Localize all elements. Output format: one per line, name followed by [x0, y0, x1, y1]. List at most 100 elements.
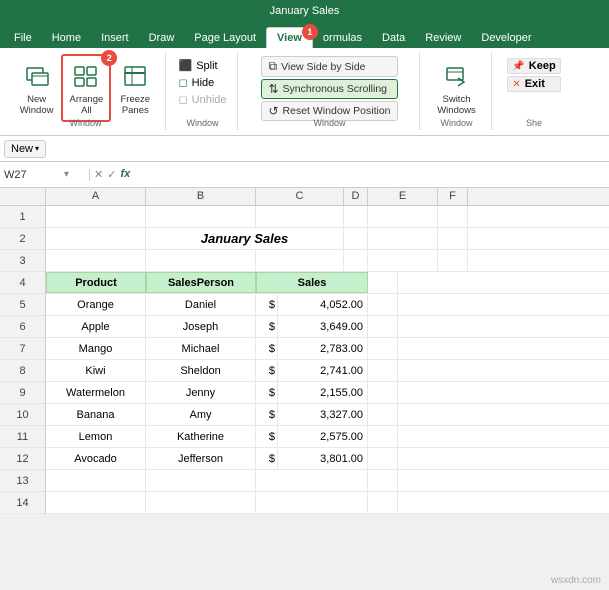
cell-d3[interactable] [256, 250, 344, 271]
cell-product-5[interactable]: Orange [46, 294, 146, 315]
cell-g14[interactable] [368, 492, 398, 513]
cell-sales-11[interactable]: 2,575.00 [278, 426, 368, 447]
cell-b3[interactable] [46, 250, 146, 271]
name-box-input[interactable] [4, 169, 64, 181]
cell-sp-9[interactable]: Jenny [146, 382, 256, 403]
title-cell[interactable]: January Sales [146, 228, 344, 249]
cell-sales-9[interactable]: 2,155.00 [278, 382, 368, 403]
cell-c13[interactable] [146, 470, 256, 491]
cell-g6[interactable] [368, 316, 398, 337]
cell-sales-5[interactable]: 4,052.00 [278, 294, 368, 315]
cell-product-7[interactable]: Mango [46, 338, 146, 359]
table-row: January Sales [46, 228, 609, 250]
cell-sp-6[interactable]: Joseph [146, 316, 256, 337]
confirm-formula-icon[interactable]: ✓ [107, 168, 116, 181]
cell-product-8[interactable]: Kiwi [46, 360, 146, 381]
cell-dollar-5[interactable]: $ [256, 294, 278, 315]
cell-dollar-9[interactable]: $ [256, 382, 278, 403]
tab-developer[interactable]: Developer [471, 28, 541, 48]
cell-d1[interactable] [256, 206, 344, 227]
cell-product-9[interactable]: Watermelon [46, 382, 146, 403]
cell-sales-12[interactable]: 3,801.00 [278, 448, 368, 469]
cell-dollar-8[interactable]: $ [256, 360, 278, 381]
freeze-panes-button[interactable]: Freeze Panes [113, 56, 157, 120]
cell-g1[interactable] [438, 206, 468, 227]
header-salesperson[interactable]: SalesPerson [146, 272, 256, 293]
cell-sp-5[interactable]: Daniel [146, 294, 256, 315]
tab-view[interactable]: View 1 [266, 27, 313, 48]
watermark: wsxdn.com [551, 575, 601, 586]
cell-sp-11[interactable]: Katherine [146, 426, 256, 447]
tab-home[interactable]: Home [42, 28, 91, 48]
row-num-5: 5 [0, 294, 45, 316]
cell-e1[interactable] [344, 206, 368, 227]
cell-dollar-6[interactable]: $ [256, 316, 278, 337]
cell-product-10[interactable]: Banana [46, 404, 146, 425]
cell-d14[interactable] [256, 492, 368, 513]
cell-sp-8[interactable]: Sheldon [146, 360, 256, 381]
view-side-by-side-button[interactable]: ⧉ View Side by Side [261, 56, 397, 77]
cell-c14[interactable] [146, 492, 256, 513]
cell-b13[interactable] [46, 470, 146, 491]
synchronous-scrolling-button[interactable]: ⇅ Synchronous Scrolling [261, 79, 397, 99]
cell-g12[interactable] [368, 448, 398, 469]
formula-input[interactable] [134, 169, 609, 181]
cell-dollar-12[interactable]: $ [256, 448, 278, 469]
tab-file[interactable]: File [4, 28, 42, 48]
cell-product-12[interactable]: Avocado [46, 448, 146, 469]
name-box-dropdown[interactable]: ▾ [64, 169, 69, 180]
cell-g10[interactable] [368, 404, 398, 425]
cell-sp-12[interactable]: Jefferson [146, 448, 256, 469]
tab-page-layout[interactable]: Page Layout [184, 28, 266, 48]
unhide-button[interactable]: ◻ Unhide [176, 92, 230, 107]
exit-button[interactable]: ✕ Exit [507, 76, 560, 92]
cell-g4[interactable] [368, 272, 398, 293]
new-window-button[interactable]: New Window [14, 56, 60, 120]
cell-product-6[interactable]: Apple [46, 316, 146, 337]
cell-b14[interactable] [46, 492, 146, 513]
cell-b2[interactable] [46, 228, 146, 249]
cell-g8[interactable] [368, 360, 398, 381]
split-button[interactable]: ⬛ Split [176, 58, 230, 73]
new-dropdown-button[interactable]: New ▾ [4, 140, 46, 158]
tab-draw[interactable]: Draw [139, 28, 185, 48]
cell-g11[interactable] [368, 426, 398, 447]
cell-sp-10[interactable]: Amy [146, 404, 256, 425]
cell-sales-6[interactable]: 3,649.00 [278, 316, 368, 337]
cell-sp-7[interactable]: Michael [146, 338, 256, 359]
cell-g13[interactable] [368, 470, 398, 491]
cell-g2[interactable] [438, 228, 468, 249]
cell-dollar-10[interactable]: $ [256, 404, 278, 425]
tab-formulas[interactable]: ormulas [313, 28, 372, 48]
cell-g5[interactable] [368, 294, 398, 315]
tab-data[interactable]: Data [372, 28, 415, 48]
cell-sales-7[interactable]: 2,783.00 [278, 338, 368, 359]
cell-sales-10[interactable]: 3,327.00 [278, 404, 368, 425]
cell-product-11[interactable]: Lemon [46, 426, 146, 447]
cell-f1[interactable] [368, 206, 438, 227]
cell-g9[interactable] [368, 382, 398, 403]
fx-label: fx [120, 168, 130, 181]
cell-f3[interactable] [368, 250, 438, 271]
header-sales[interactable]: Sales [256, 272, 368, 293]
header-product[interactable]: Product [46, 272, 146, 293]
tab-review[interactable]: Review [415, 28, 471, 48]
cell-dollar-7[interactable]: $ [256, 338, 278, 359]
tab-insert[interactable]: Insert [91, 28, 139, 48]
cell-c3[interactable] [146, 250, 256, 271]
cell-e3[interactable] [344, 250, 368, 271]
cell-g3[interactable] [438, 250, 468, 271]
switch-windows-button[interactable]: Switch Windows [431, 56, 482, 120]
cell-d13[interactable] [256, 470, 368, 491]
cell-e2[interactable] [344, 228, 368, 249]
cell-sales-8[interactable]: 2,741.00 [278, 360, 368, 381]
cell-dollar-11[interactable]: $ [256, 426, 278, 447]
cell-b1[interactable] [46, 206, 146, 227]
cancel-formula-icon[interactable]: ✕ [94, 168, 103, 181]
cell-f2[interactable] [368, 228, 438, 249]
cell-g7[interactable] [368, 338, 398, 359]
keep-button[interactable]: 📌 Keep [507, 58, 560, 74]
arrange-all-button[interactable]: 2 Arrange All [63, 56, 109, 120]
hide-button[interactable]: ◻ Hide [176, 75, 230, 90]
cell-c1[interactable] [146, 206, 256, 227]
